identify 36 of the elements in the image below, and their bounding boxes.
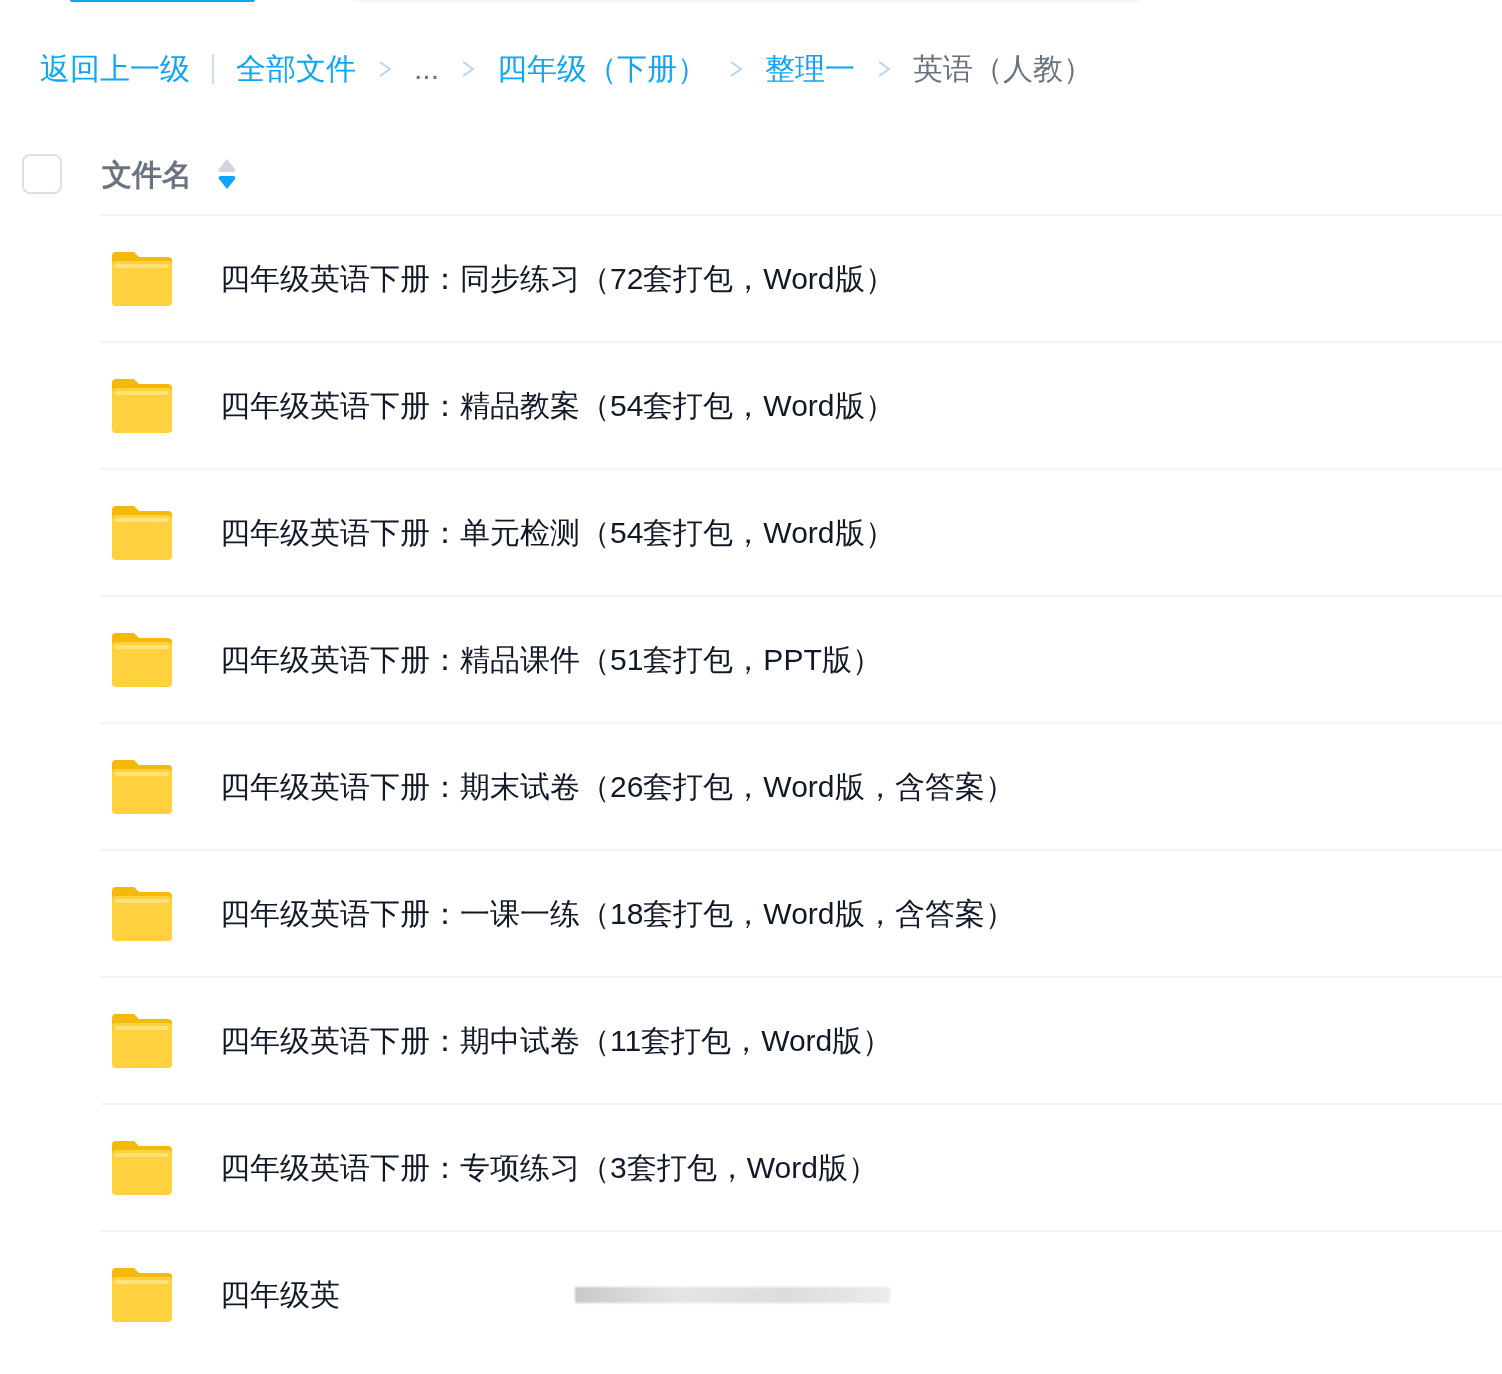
file-row[interactable]: 四年级英语下册：单元检测（54套打包，Word版）: [100, 468, 1502, 595]
chevron-icon: [729, 60, 743, 78]
file-row[interactable]: 四年级英: [100, 1230, 1502, 1357]
file-row[interactable]: 四年级英语下册：精品教案（54套打包，Word版）: [100, 341, 1502, 468]
folder-icon: [112, 886, 172, 941]
file-row[interactable]: 四年级英语下册：精品课件（51套打包，PPT版）: [100, 595, 1502, 722]
file-name: 四年级英语下册：一课一练（18套打包，Word版，含答案）: [220, 896, 1015, 932]
folder-icon: [112, 759, 172, 814]
chevron-icon: [877, 60, 891, 78]
folder-icon: [112, 1140, 172, 1195]
folder-icon: [112, 378, 172, 433]
folder-icon: [112, 632, 172, 687]
file-name: 四年级英语下册：同步练习（72套打包，Word版）: [220, 261, 895, 297]
folder-icon: [112, 251, 172, 306]
folder-icon: [112, 505, 172, 560]
breadcrumb-current: 英语（人教）: [913, 54, 1093, 84]
chevron-icon: [378, 60, 392, 78]
chevron-icon: [461, 60, 475, 78]
folder-icon: [112, 1267, 172, 1322]
file-name: 四年级英语下册：期末试卷（26套打包，Word版，含答案）: [220, 769, 1015, 805]
file-row[interactable]: 四年级英语下册：一课一练（18套打包，Word版，含答案）: [100, 849, 1502, 976]
select-all-checkbox[interactable]: [22, 154, 62, 194]
file-name: 四年级英语下册：专项练习（3套打包，Word版）: [220, 1150, 878, 1186]
file-name: 四年级英语下册：精品课件（51套打包，PPT版）: [220, 642, 882, 678]
file-row[interactable]: 四年级英语下册：期中试卷（11套打包，Word版）: [100, 976, 1502, 1103]
file-name: 四年级英语下册：精品教案（54套打包，Word版）: [220, 388, 895, 424]
file-row[interactable]: 四年级英语下册：专项练习（3套打包，Word版）: [100, 1103, 1502, 1230]
breadcrumb-ellipsis[interactable]: ...: [414, 54, 439, 84]
column-header[interactable]: 文件名: [102, 151, 192, 197]
file-name: 四年级英语下册：单元检测（54套打包，Word版）: [220, 515, 895, 551]
file-name: 四年级英语下册：期中试卷（11套打包，Word版）: [220, 1023, 893, 1059]
sort-icon[interactable]: [218, 159, 236, 189]
file-row[interactable]: 四年级英语下册：同步练习（72套打包，Word版）: [100, 214, 1502, 341]
file-row[interactable]: 四年级英语下册：期末试卷（26套打包，Word版，含答案）: [100, 722, 1502, 849]
file-name: 四年级英: [220, 1277, 340, 1313]
folder-icon: [112, 1013, 172, 1068]
